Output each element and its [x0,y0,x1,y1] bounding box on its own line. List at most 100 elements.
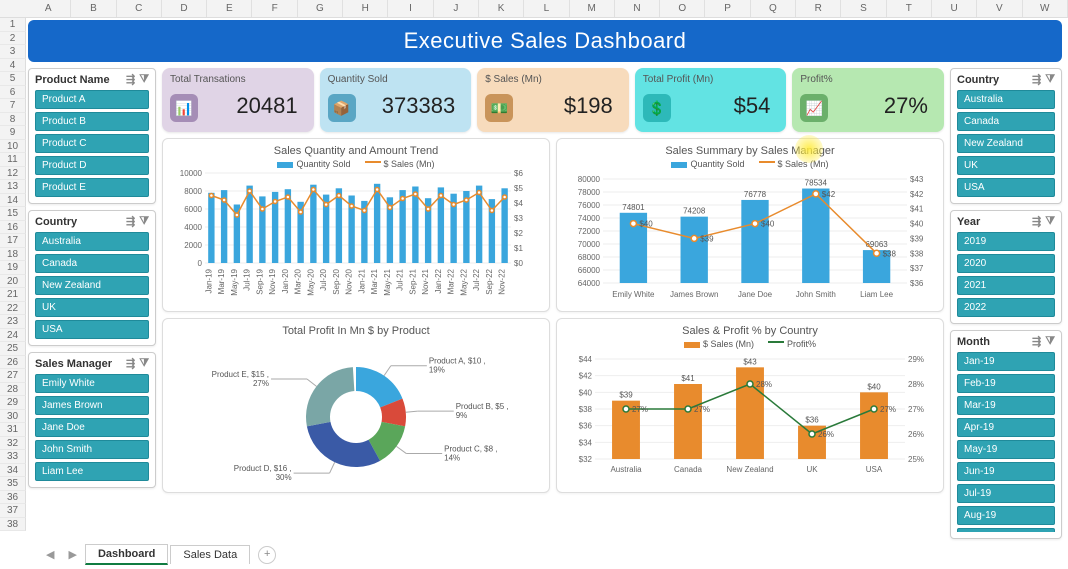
filter-icon[interactable]: ⧩ [139,215,149,228]
svg-text:10000: 10000 [180,169,203,178]
tab-salesdata[interactable]: Sales Data [170,545,250,564]
slicer-country-left[interactable]: Country⇶⧩ AustraliaCanadaNew ZealandUKUS… [28,210,156,346]
multiselect-icon[interactable]: ⇶ [1032,215,1041,228]
slicer-item[interactable]: Product C [35,134,149,153]
svg-text:Nov-22: Nov-22 [498,268,507,294]
slicer-item[interactable]: Jul-19 [957,484,1055,503]
slicer-product[interactable]: Product Name⇶⧩ Product AProduct BProduct… [28,68,156,204]
slicer-item[interactable]: 2021 [957,276,1055,295]
svg-text:69063: 69063 [865,240,888,249]
slicer-item[interactable]: USA [957,178,1055,197]
column-headers[interactable]: ABCDEFGHIJKLMNOPQRSTUVW [0,0,1068,18]
slicer-item[interactable]: Liam Lee [35,462,149,481]
slicer-item[interactable]: Emily White [35,374,149,393]
slicer-item[interactable]: Mar-19 [957,396,1055,415]
svg-text:May-20: May-20 [306,268,315,295]
filter-icon[interactable]: ⧩ [139,73,149,86]
kpi-card: Total Profit (Mn)💲$54 [635,68,787,132]
svg-text:$40: $40 [910,220,924,229]
slicer-item[interactable]: Canada [957,112,1055,131]
filter-icon[interactable]: ⧩ [1045,215,1055,228]
slicer-item[interactable]: 2022 [957,298,1055,317]
slicer-item[interactable]: Jun-19 [957,462,1055,481]
slicer-item[interactable]: Sep-19 [957,528,1055,532]
svg-text:$40: $40 [867,382,881,391]
slicer-manager[interactable]: Sales Manager⇶⧩ Emily WhiteJames BrownJa… [28,352,156,488]
svg-text:68000: 68000 [578,253,601,262]
slicer-item[interactable]: James Brown [35,396,149,415]
slicer-item[interactable]: Jan-19 [957,352,1055,371]
svg-text:28%: 28% [756,380,772,389]
svg-text:78534: 78534 [805,179,828,188]
svg-text:$6: $6 [514,169,523,178]
slicer-item[interactable]: New Zealand [957,134,1055,153]
svg-text:2000: 2000 [184,241,202,250]
svg-text:28%: 28% [908,380,924,389]
slicer-item[interactable]: Australia [957,90,1055,109]
slicer-item[interactable]: John Smith [35,440,149,459]
svg-text:Jan-21: Jan-21 [357,268,366,293]
filter-icon[interactable]: ⧩ [1045,73,1055,86]
svg-text:New Zealand: New Zealand [726,465,773,474]
slicer-month[interactable]: Month⇶⧩ Jan-19Feb-19Mar-19Apr-19May-19Ju… [950,330,1062,539]
slicer-item[interactable]: Australia [35,232,149,251]
slicer-year[interactable]: Year⇶⧩ 2019202020212022 [950,210,1062,324]
svg-text:19%: 19% [429,366,445,375]
tab-next-icon[interactable]: ▶ [62,548,82,561]
slicer-item[interactable]: Apr-19 [957,418,1055,437]
svg-text:Nov-19: Nov-19 [268,268,277,294]
svg-text:76778: 76778 [744,190,767,199]
multiselect-icon[interactable]: ⇶ [126,357,135,370]
multiselect-icon[interactable]: ⇶ [1032,335,1041,348]
kpi-icon: 📈 [800,94,828,122]
tab-prev-icon[interactable]: ◀ [40,548,60,561]
slicer-item[interactable]: 2020 [957,254,1055,273]
add-sheet-button[interactable]: + [258,546,276,564]
svg-text:$34: $34 [579,438,593,447]
filter-icon[interactable]: ⧩ [1045,335,1055,348]
multiselect-icon[interactable]: ⇶ [126,73,135,86]
kpi-card: $ Sales (Mn)💵$198 [477,68,629,132]
svg-text:Jan-22: Jan-22 [434,268,443,293]
svg-text:$32: $32 [579,455,593,464]
svg-text:Jul-19: Jul-19 [243,268,252,290]
slicer-item[interactable]: 2019 [957,232,1055,251]
slicer-item[interactable]: Feb-19 [957,374,1055,393]
svg-text:Product A, $10 ,: Product A, $10 , [429,357,486,366]
slicer-country-right[interactable]: Country⇶⧩ AustraliaCanadaNew ZealandUKUS… [950,68,1062,204]
slicer-item[interactable]: New Zealand [35,276,149,295]
tab-dashboard[interactable]: Dashboard [85,544,168,565]
row-headers[interactable]: 1234567891011121314151617181920212223242… [0,18,26,531]
svg-text:80000: 80000 [578,175,601,184]
sheet-tabs[interactable]: ◀ ▶ Dashboard Sales Data + [40,544,276,565]
slicer-item[interactable]: Product E [35,178,149,197]
chart-country[interactable]: Sales & Profit % by Country $ Sales (Mn)… [556,318,944,493]
slicer-item[interactable]: Aug-19 [957,506,1055,525]
slicer-item[interactable]: Jane Doe [35,418,149,437]
svg-text:$43: $43 [910,175,924,184]
slicer-item[interactable]: Product B [35,112,149,131]
slicer-item[interactable]: UK [35,298,149,317]
chart-trend[interactable]: Sales Quantity and Amount Trend Quantity… [162,138,550,312]
svg-text:Sep-20: Sep-20 [332,268,341,294]
svg-text:Sep-19: Sep-19 [255,268,264,294]
filter-icon[interactable]: ⧩ [139,357,149,370]
slicer-item[interactable]: UK [957,156,1055,175]
kpi-label: Profit% [800,74,936,85]
slicer-item[interactable]: Product D [35,156,149,175]
multiselect-icon[interactable]: ⇶ [1032,73,1041,86]
slicer-item[interactable]: May-19 [957,440,1055,459]
svg-text:UK: UK [806,465,818,474]
svg-text:John Smith: John Smith [796,290,836,299]
dashboard-title: Executive Sales Dashboard [28,20,1062,62]
slicer-item[interactable]: Canada [35,254,149,273]
svg-text:Emily White: Emily White [612,290,655,299]
svg-text:$36: $36 [579,422,593,431]
svg-text:0: 0 [198,259,203,268]
chart-donut[interactable]: Total Profit In Mn $ by Product Product … [162,318,550,493]
chart-manager[interactable]: Sales Summary by Sales Manager Quantity … [556,138,944,312]
slicer-item[interactable]: Product A [35,90,149,109]
svg-text:$4: $4 [514,199,523,208]
multiselect-icon[interactable]: ⇶ [126,215,135,228]
slicer-item[interactable]: USA [35,320,149,339]
